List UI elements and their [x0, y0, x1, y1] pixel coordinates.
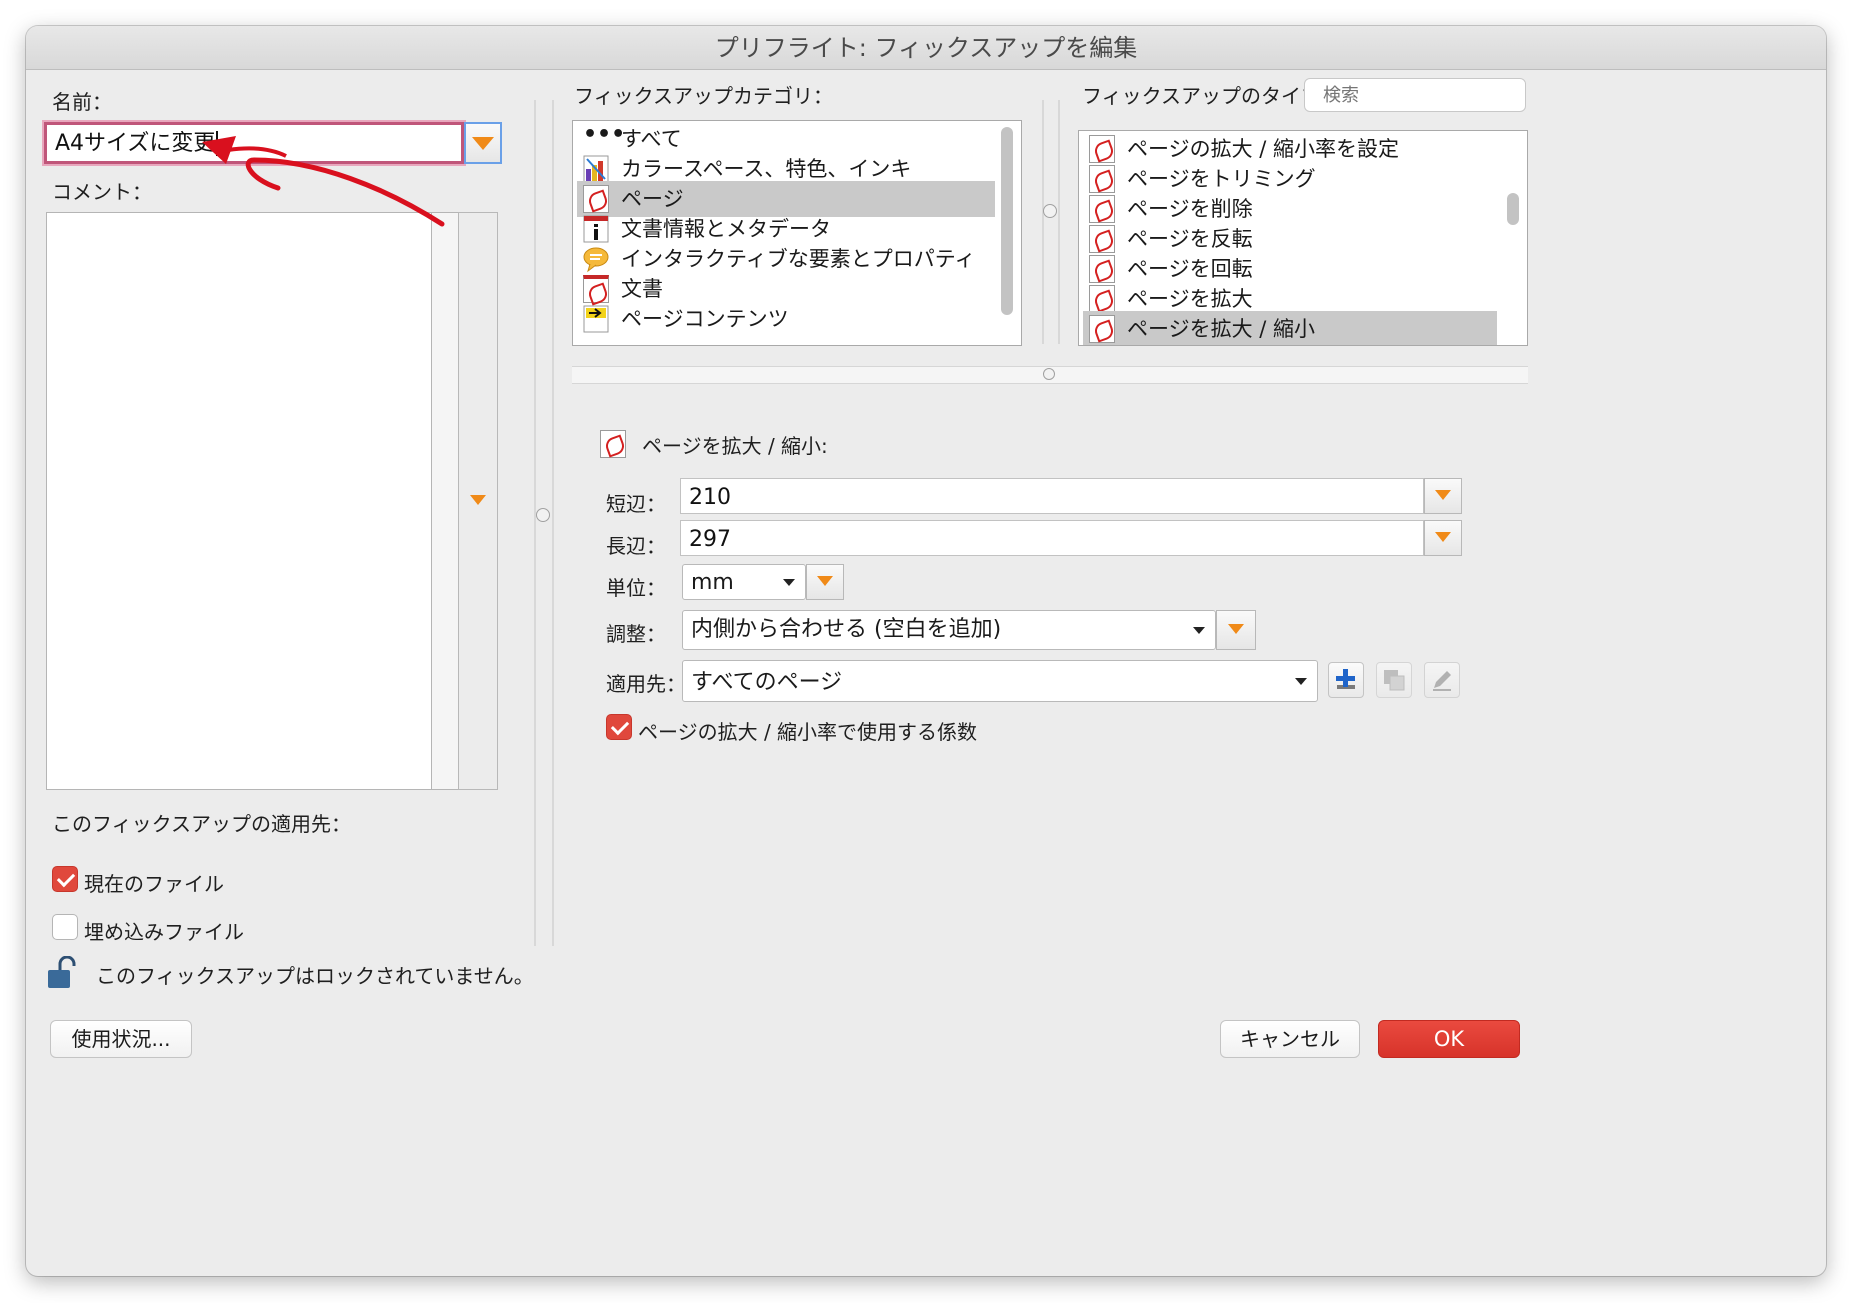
annotation-arrow-icon [202, 136, 445, 227]
comment-scrollbar[interactable] [432, 212, 458, 790]
pdf-page-icon [1089, 255, 1115, 283]
ok-button[interactable]: OK [1378, 1020, 1520, 1058]
left-splitter-edge [552, 100, 554, 946]
horizontal-splitter-handle[interactable] [1043, 368, 1055, 380]
current-file-checkbox[interactable] [52, 866, 78, 892]
pdf-page-icon [1089, 135, 1115, 163]
comment-textarea[interactable] [46, 212, 432, 790]
categories-scrollbar[interactable] [1001, 127, 1013, 315]
fixup-dialog: プリフライト: フィックスアップを編集 名前： A4サイズに変更 コメント： こ… [26, 26, 1826, 1276]
middle-splitter-edge [1058, 100, 1060, 344]
types-list[interactable]: ページの拡大 / 縮小率を設定 ページをトリミング ページを削除 ページを反転 … [1078, 130, 1528, 346]
window-title: プリフライト: フィックスアップを編集 [26, 26, 1826, 70]
scale-factor-label: ページの拡大 / 縮小率で使用する係数 [638, 720, 978, 744]
ellipsis-icon: ••• [583, 122, 626, 147]
usage-button[interactable]: 使用状況... [50, 1020, 192, 1058]
comment-bubble-icon [583, 247, 609, 273]
categories-list[interactable]: ••• すべて カラースペース、特色、インキ ページ 文書情報とメタデータ イン… [572, 120, 1022, 346]
lock-status-text: このフィックスアップはロックされていません。 [96, 964, 534, 988]
types-label: フィックスアップのタイプ： [1082, 84, 1341, 108]
embedded-file-checkbox[interactable] [52, 914, 78, 940]
caret-down-icon [783, 579, 795, 586]
pdf-document-icon [583, 275, 609, 303]
middle-splitter[interactable] [1042, 100, 1044, 344]
left-splitter[interactable] [534, 100, 536, 946]
type-item-selected[interactable]: ページを拡大 / 縮小 [1083, 311, 1497, 345]
apply-target-label: 適用先： [606, 672, 686, 696]
chevron-down-icon [1435, 490, 1451, 500]
long-side-preset-button[interactable] [1424, 520, 1462, 556]
pencil-icon [1433, 671, 1451, 691]
name-value: A4サイズに変更 [55, 131, 216, 156]
plus-icon [1336, 669, 1355, 689]
duplicate-button[interactable] [1376, 662, 1412, 698]
long-side-label: 長辺： [606, 534, 666, 558]
unit-label: 単位： [606, 576, 666, 600]
name-label: 名前： [52, 90, 112, 114]
unlock-icon[interactable] [46, 956, 78, 990]
pdf-page-icon [1089, 315, 1115, 343]
pdf-page-icon [600, 430, 626, 458]
pdf-page-icon [1089, 225, 1115, 253]
category-item-page-content[interactable]: ページコンテンツ [577, 301, 995, 337]
apply-to-label: このフィックスアップの適用先： [52, 812, 351, 836]
short-side-label: 短辺： [606, 492, 666, 516]
fit-label: 調整： [606, 622, 666, 646]
current-file-label: 現在のファイル [84, 872, 224, 896]
page-content-icon [583, 305, 609, 333]
colorspace-icon [583, 155, 609, 183]
fit-preset-button[interactable] [1216, 610, 1256, 650]
edit-button[interactable] [1424, 662, 1460, 698]
unit-preset-button[interactable] [806, 564, 844, 600]
detail-header: ページを拡大 / 縮小: [642, 434, 828, 458]
fit-select[interactable]: 内側から合わせる (空白を追加) [682, 610, 1216, 650]
comment-preset-button[interactable] [458, 212, 498, 790]
short-side-input[interactable]: 210 [680, 478, 1424, 514]
pdf-page-icon [1089, 165, 1115, 193]
scale-factor-checkbox[interactable] [606, 714, 632, 740]
left-splitter-handle[interactable] [536, 508, 550, 522]
pdf-page-icon [1089, 285, 1115, 313]
chevron-down-icon [1228, 624, 1244, 634]
chevron-down-icon [1435, 532, 1451, 542]
comment-label: コメント： [52, 180, 152, 204]
add-button[interactable] [1328, 662, 1364, 698]
types-search-input[interactable] [1304, 78, 1526, 112]
types-scrollbar[interactable] [1507, 193, 1519, 225]
caret-down-icon [1193, 627, 1205, 634]
pdf-page-icon [1089, 195, 1115, 223]
middle-splitter-handle[interactable] [1043, 204, 1057, 218]
caret-down-icon [1295, 678, 1307, 685]
short-side-preset-button[interactable] [1424, 478, 1462, 514]
unit-select[interactable]: mm [682, 564, 806, 600]
pdf-page-icon [583, 185, 609, 213]
chevron-down-icon [470, 495, 486, 505]
long-side-input[interactable]: 297 [680, 520, 1424, 556]
cancel-button[interactable]: キャンセル [1220, 1020, 1360, 1058]
apply-target-select[interactable]: すべてのページ [682, 660, 1318, 702]
duplicate-icon [1384, 670, 1405, 691]
chevron-down-icon [817, 576, 833, 586]
info-icon [583, 215, 609, 243]
embedded-file-label: 埋め込みファイル [84, 920, 244, 944]
categories-label: フィックスアップカテゴリ： [574, 84, 833, 108]
